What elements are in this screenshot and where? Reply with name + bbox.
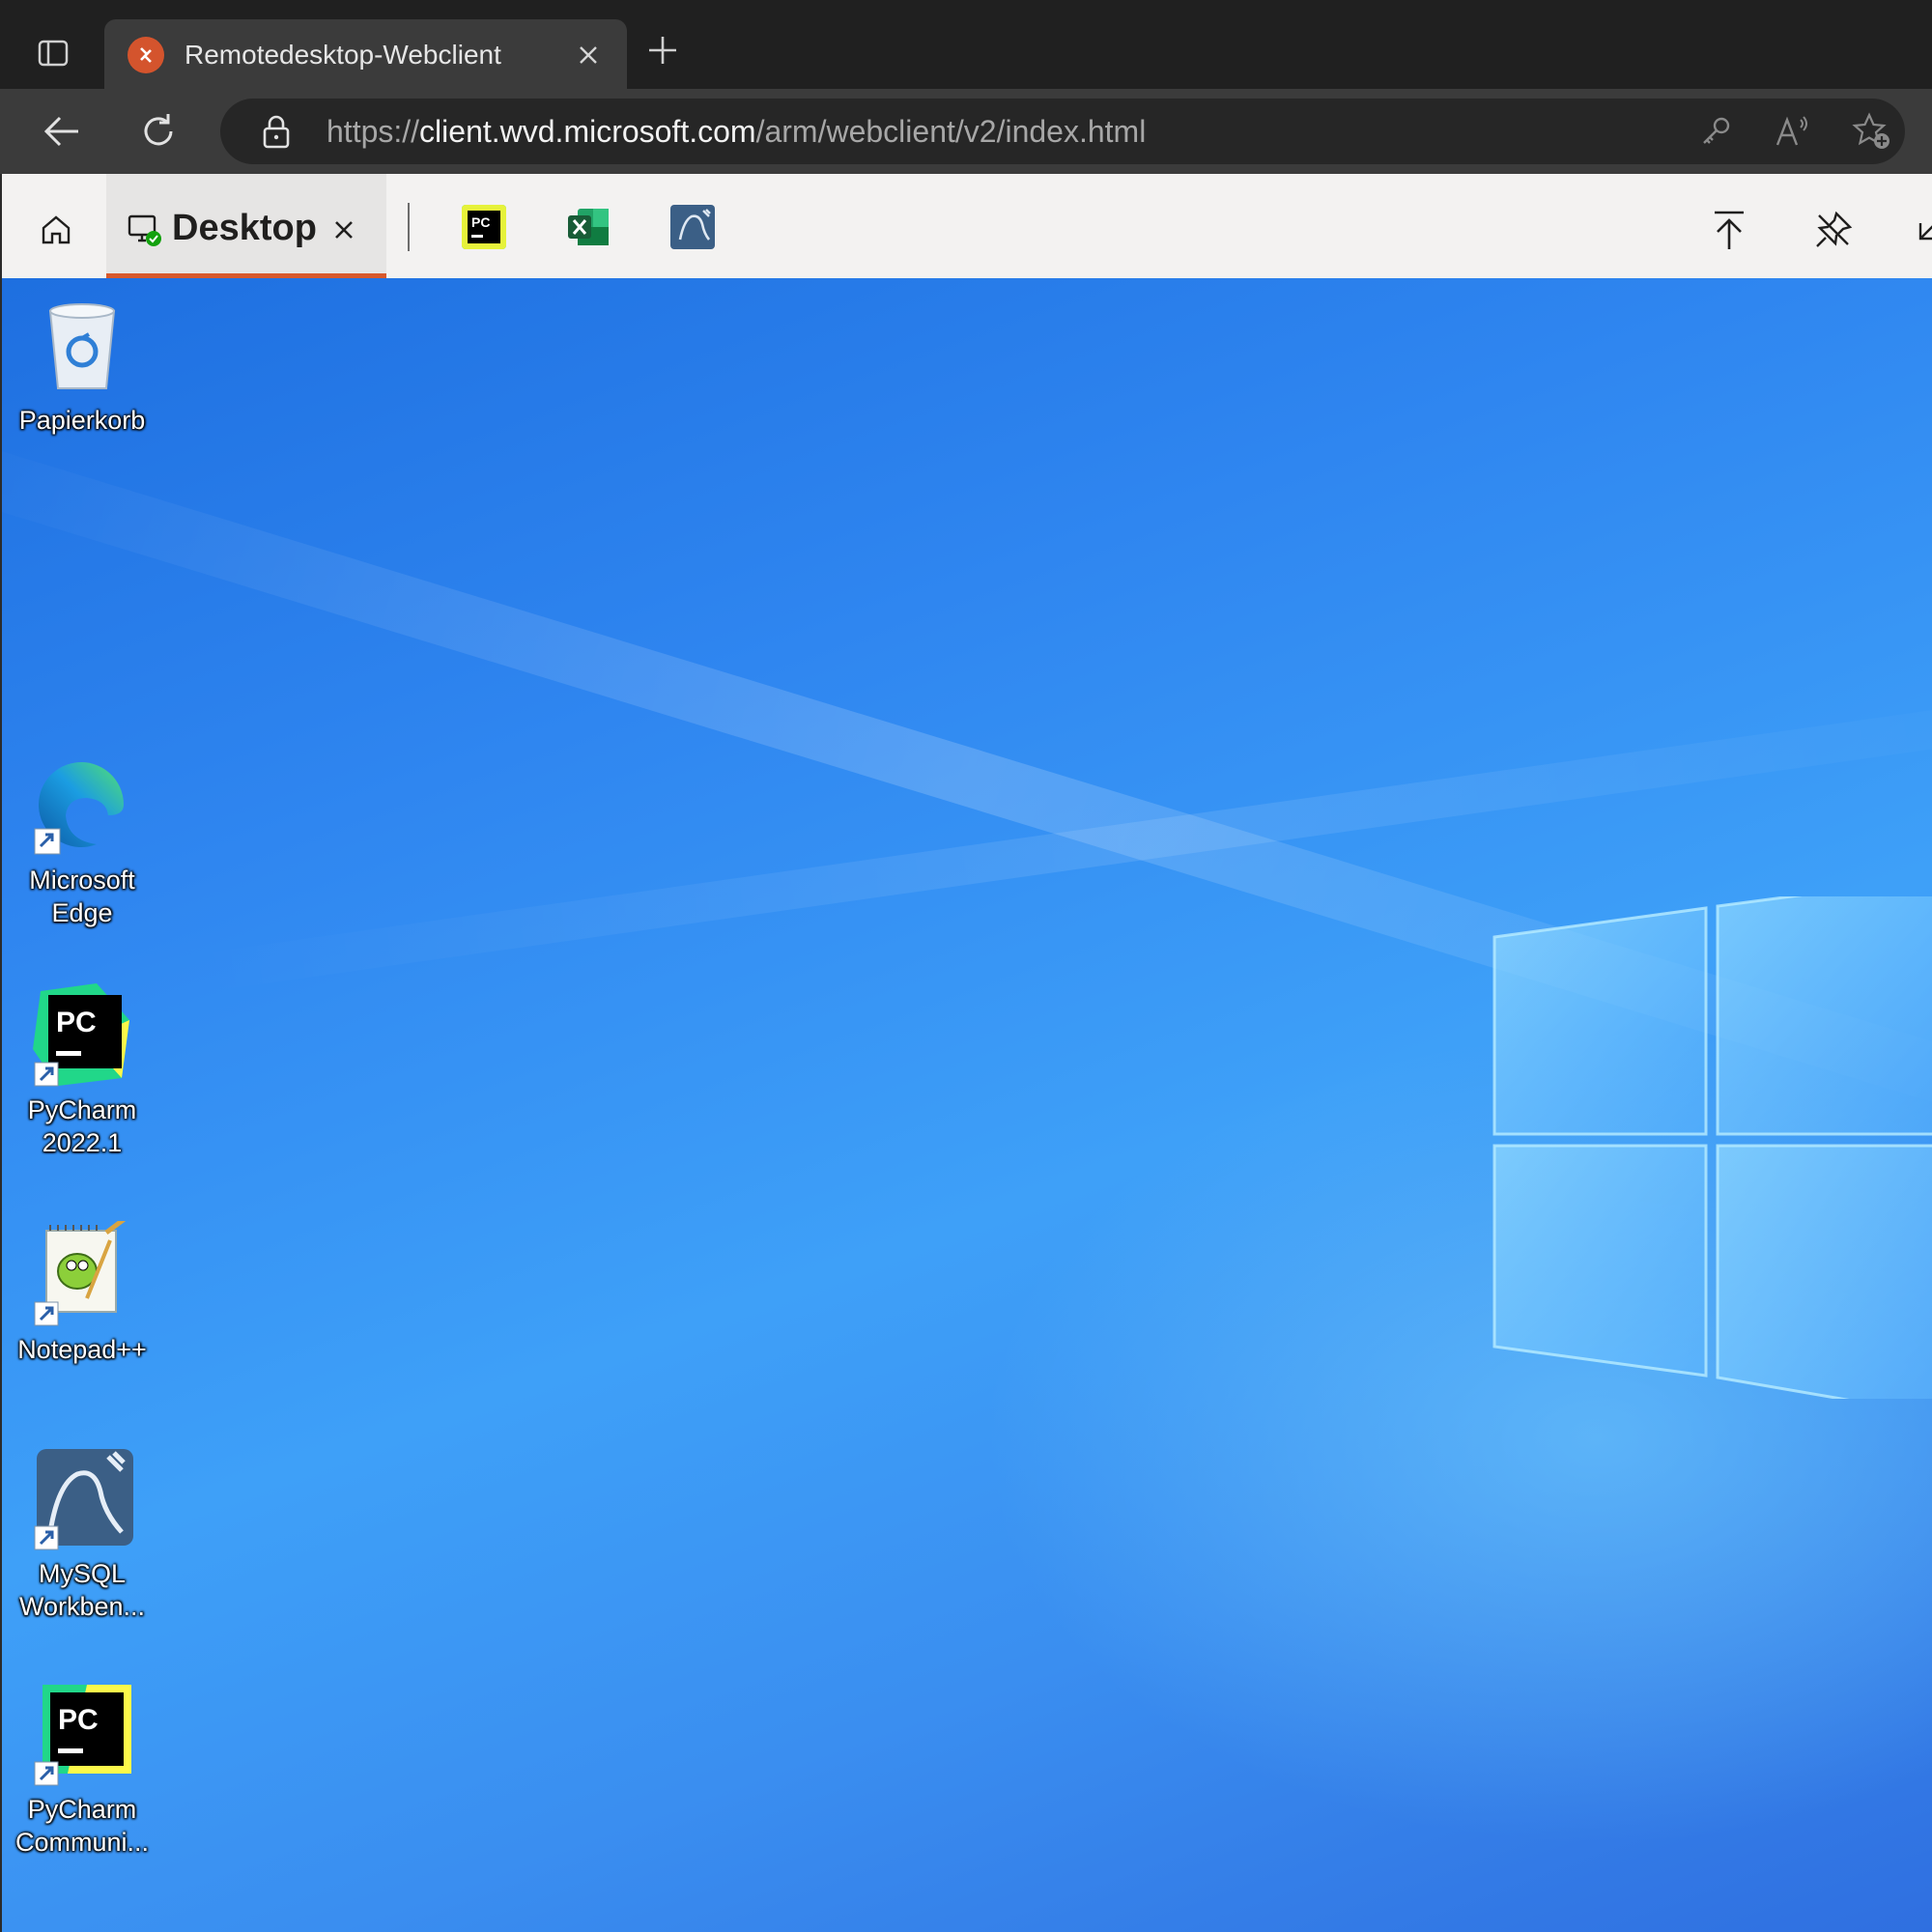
browser-tab-title: Remotedesktop-Webclient	[185, 40, 501, 70]
pycharm-community-icon: PC	[34, 1685, 131, 1786]
mysql-workbench-icon	[34, 1449, 133, 1550]
back-arrow-icon	[43, 116, 78, 147]
rd-desktop-tab[interactable]: Desktop	[106, 174, 386, 278]
rd-client-bar: Desktop PC	[2, 174, 1932, 278]
read-aloud-button[interactable]	[1772, 110, 1814, 153]
windows-logo-icon	[1492, 896, 1932, 1399]
rd-app-mysql-workbench[interactable]	[670, 205, 715, 249]
desktop-icon-mysql-workbench[interactable]: MySQL Workben...	[10, 1445, 155, 1623]
rd-unpin-button[interactable]	[1808, 205, 1859, 255]
rd-tab-label: Desktop	[172, 208, 317, 248]
star-add-icon	[1852, 112, 1889, 149]
rd-move-bar-button[interactable]	[1704, 205, 1754, 255]
remote-desktop-wallpaper[interactable]: Papierkorb Microsoft Edge PC PyCharm 202…	[2, 278, 1932, 1932]
rd-app-pycharm[interactable]: PC	[462, 205, 506, 249]
pycharm-icon: PC	[33, 983, 129, 1087]
remote-desktop-favicon-icon	[128, 37, 164, 73]
url-scheme: https://	[327, 114, 420, 149]
rd-bar-divider	[408, 203, 410, 251]
refresh-button[interactable]	[131, 104, 185, 158]
lock-icon[interactable]	[257, 112, 296, 151]
rd-tab-close-button[interactable]	[327, 213, 361, 247]
desktop-connected-icon	[128, 214, 161, 246]
close-icon	[335, 221, 353, 239]
desktop-icon-label: Notepad++	[17, 1335, 147, 1364]
svg-text:PC: PC	[471, 214, 490, 230]
rd-fullscreen-button[interactable]	[1907, 205, 1932, 255]
password-key-button[interactable]	[1694, 110, 1737, 153]
desktop-icon-label: Microsoft Edge	[29, 866, 135, 927]
svg-text:PC: PC	[56, 1007, 97, 1038]
desktop-icon-recycle-bin[interactable]: Papierkorb	[10, 292, 155, 437]
notepadpp-icon	[34, 1213, 131, 1326]
excel-icon	[568, 209, 609, 245]
desktop-icon-label: PyCharm 2022.1	[27, 1095, 137, 1157]
url-path: /arm/webclient/v2/index.html	[755, 114, 1147, 149]
home-icon	[42, 215, 71, 244]
desktop-icon-label: MySQL Workben...	[18, 1559, 146, 1621]
edge-icon	[34, 762, 124, 855]
svg-text:PC: PC	[58, 1704, 99, 1736]
desktop-icon-notepadpp[interactable]: Notepad++	[10, 1213, 155, 1366]
desktop-icon-label: PyCharm Communi...	[14, 1795, 150, 1857]
browser-tab[interactable]: Remotedesktop-Webclient	[104, 19, 627, 91]
arrow-up-to-top-icon	[1715, 211, 1744, 249]
browser-tab-strip: Remotedesktop-Webclient	[0, 0, 1932, 91]
desktop-icon-pycharm-community[interactable]: PC PyCharm Communi...	[10, 1681, 155, 1859]
rd-app-excel[interactable]	[566, 205, 611, 249]
tab-close-button[interactable]	[569, 36, 608, 74]
close-icon	[580, 46, 597, 64]
pycharm-icon: PC	[462, 205, 506, 249]
read-aloud-icon	[1776, 116, 1807, 146]
key-icon	[1703, 117, 1730, 144]
back-button[interactable]	[35, 104, 89, 158]
browser-toolbar: https://client.wvd.microsoft.com/arm/web…	[0, 89, 1932, 174]
tab-actions-button[interactable]	[23, 23, 83, 83]
url-text: https://client.wvd.microsoft.com/arm/web…	[327, 112, 1146, 151]
plus-icon	[649, 37, 676, 64]
mysql-workbench-icon	[678, 209, 711, 241]
add-favorite-button[interactable]	[1851, 110, 1893, 153]
collapse-arrow-icon	[1918, 223, 1932, 241]
url-host: client.wvd.microsoft.com	[419, 114, 756, 149]
address-bar[interactable]: https://client.wvd.microsoft.com/arm/web…	[220, 99, 1905, 164]
recycle-bin-icon	[48, 303, 116, 389]
tab-actions-icon	[38, 40, 69, 67]
desktop-icon-label: Papierkorb	[18, 406, 146, 435]
unpin-icon	[1816, 211, 1853, 247]
home-button[interactable]	[29, 203, 83, 257]
desktop-icon-pycharm-2022[interactable]: PC PyCharm 2022.1	[10, 981, 155, 1159]
refresh-icon	[144, 114, 173, 146]
desktop-icon-microsoft-edge[interactable]: Microsoft Edge	[10, 752, 155, 929]
new-tab-button[interactable]	[641, 29, 684, 71]
